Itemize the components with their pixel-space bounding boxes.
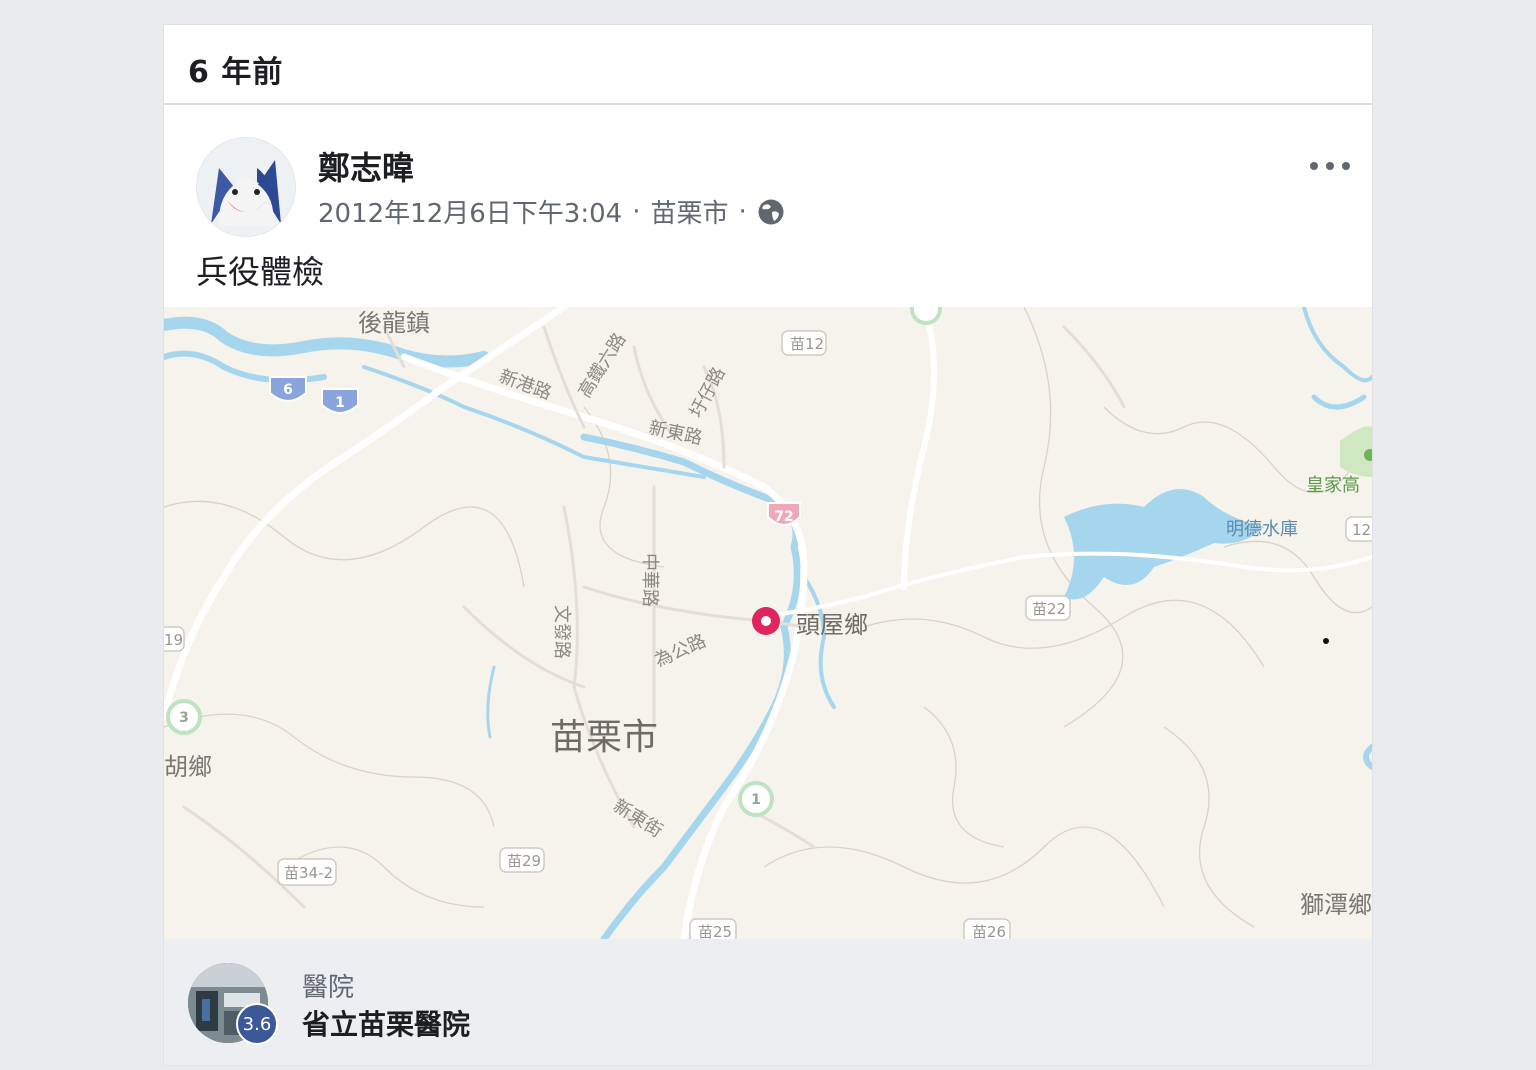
- map-label-houlong: 後龍鎮: [358, 309, 430, 337]
- road-shield-19: 19: [164, 631, 183, 649]
- author-name[interactable]: 鄭志暐: [318, 143, 414, 189]
- map-label-wenfa-rd: 文發路: [551, 605, 572, 659]
- map-label-miaoli-city: 苗栗市: [550, 717, 658, 758]
- map-label-shitan: 獅潭鄉: [1300, 891, 1372, 919]
- road-shield-miao29: 苗29: [507, 852, 541, 870]
- highway-shield-3: 3: [179, 710, 189, 726]
- post-meta: 2012年12月6日下午3:04 · 苗栗市 ·: [318, 193, 785, 230]
- meta-separator: ·: [738, 196, 747, 227]
- memory-title: 6 年前: [188, 55, 284, 90]
- post-timestamp[interactable]: 2012年12月6日下午3:04: [318, 193, 622, 230]
- highway-shield-1a: 1: [335, 395, 345, 411]
- post-text: 兵役體檢: [196, 253, 325, 291]
- highway-shield-6: 6: [283, 382, 293, 398]
- rating-badge: 3.6: [236, 1003, 278, 1045]
- place-info-bar[interactable]: 3.6 醫院 省立苗栗醫院: [164, 939, 1372, 1065]
- more-options-icon[interactable]: [1310, 153, 1350, 179]
- place-category: 醫院: [302, 973, 355, 1003]
- memory-card: 6 年前 鄭志暐 2012年12月6日下午3:04 · 苗栗市 · 兵役體檢 後…: [164, 25, 1372, 1065]
- place-name[interactable]: 省立苗栗醫院: [302, 1003, 470, 1043]
- location-map[interactable]: 後龍鎮 新港路 高鐵六路 圩仔路 新東路 中華路 文發路 為公路 苗栗市 新東街…: [164, 307, 1372, 939]
- road-shield-126: 126: [1352, 521, 1372, 539]
- map-canvas: 後龍鎮 新港路 高鐵六路 圩仔路 新東路 中華路 文發路 為公路 苗栗市 新東街…: [164, 307, 1372, 939]
- road-shield-miao34-2: 苗34-2: [284, 864, 333, 882]
- highway-shield-72: 72: [774, 509, 793, 525]
- meta-separator: ·: [632, 196, 641, 227]
- map-label-mingde: 明德水庫: [1226, 519, 1298, 540]
- author-avatar[interactable]: [196, 137, 296, 237]
- post-location[interactable]: 苗栗市: [650, 193, 728, 230]
- map-label-huangjia: 皇家高: [1306, 475, 1360, 496]
- map-label-touwu: 頭屋鄉: [796, 611, 868, 639]
- road-shield-miao12: 苗12: [790, 335, 824, 353]
- map-label-zhonghua-rd: 中華路: [639, 553, 660, 607]
- highway-shield-1b: 1: [751, 792, 761, 808]
- road-shield-miao22: 苗22: [1032, 600, 1066, 618]
- map-label-hu-town: 胡鄉: [164, 753, 212, 781]
- road-shield-miao26: 苗26: [972, 923, 1006, 939]
- road-shield-miao25: 苗25: [698, 923, 732, 939]
- memory-header: 6 年前: [164, 25, 1372, 105]
- globe-icon[interactable]: [757, 198, 785, 226]
